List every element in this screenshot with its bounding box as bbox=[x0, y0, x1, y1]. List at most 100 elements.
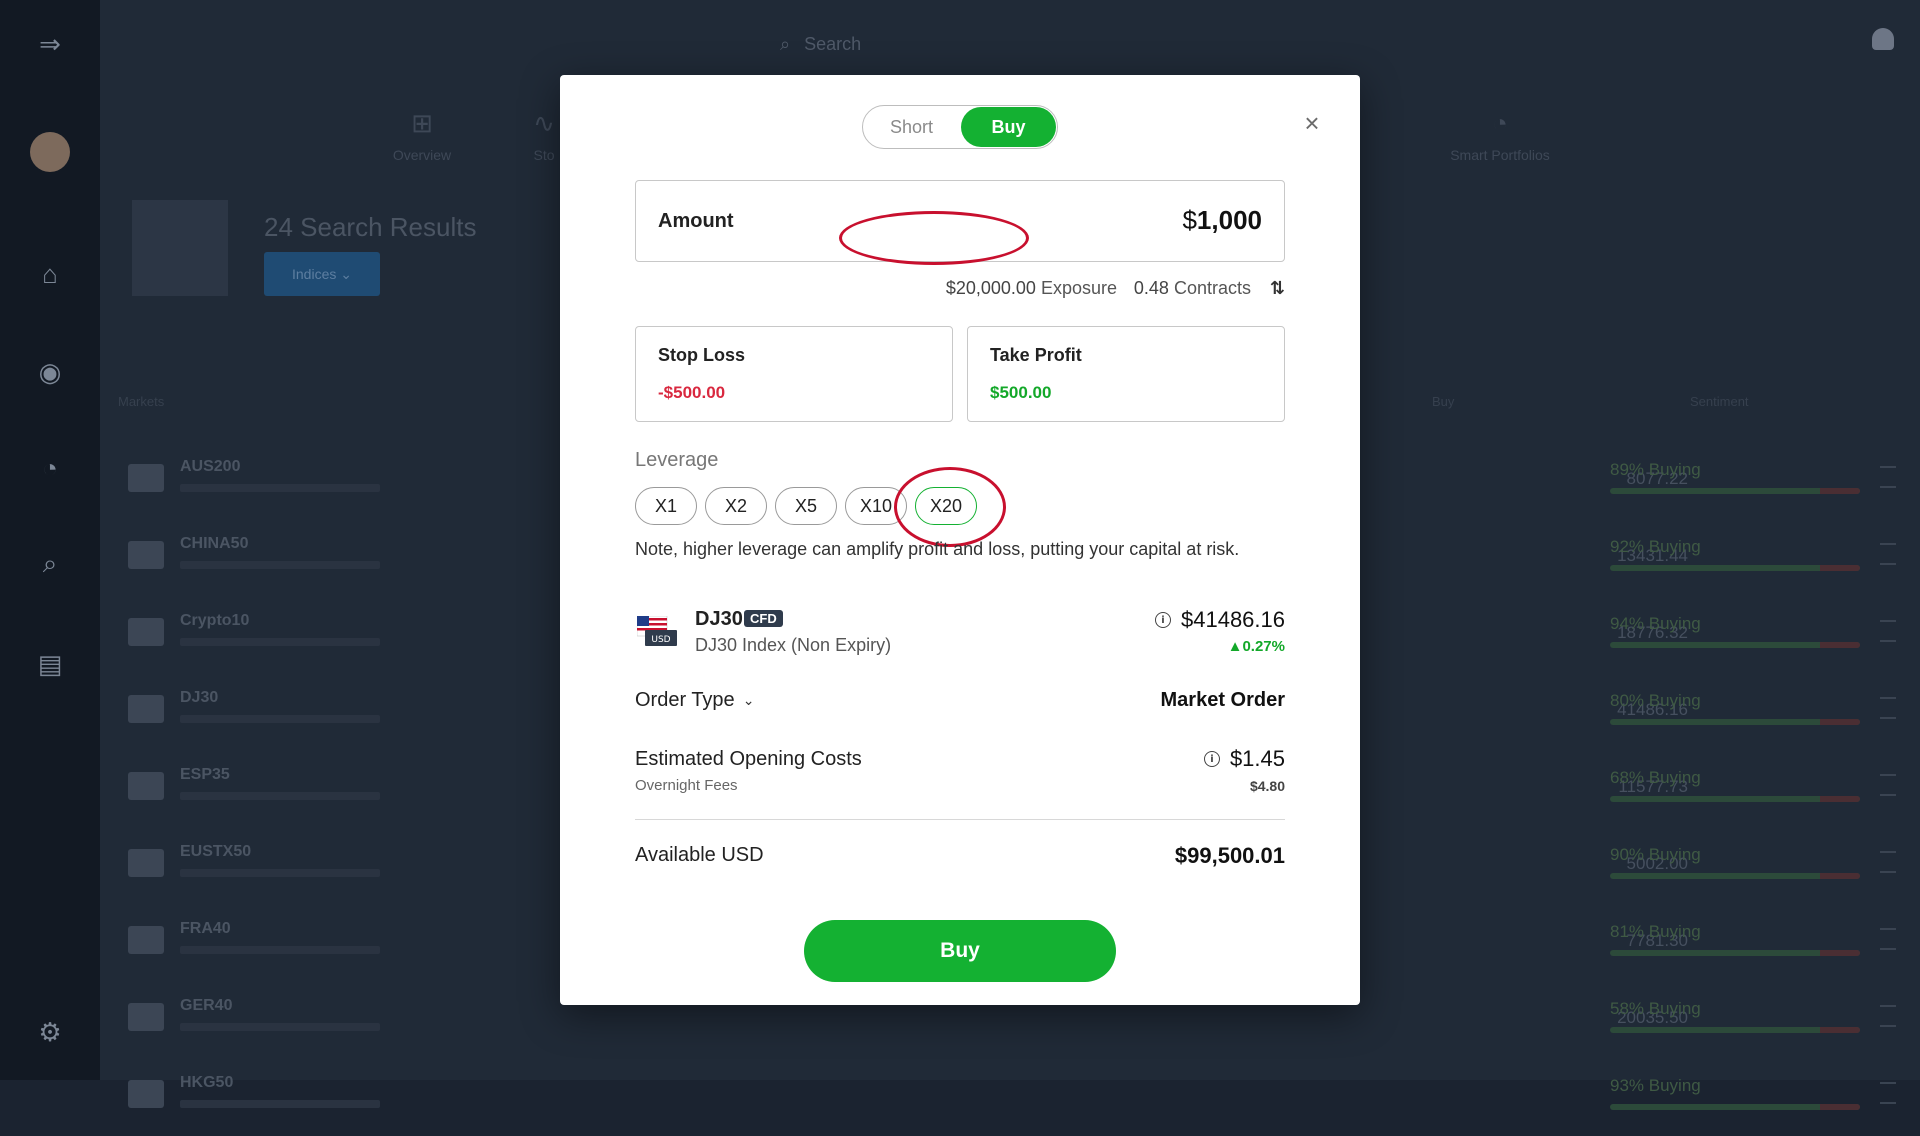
opening-costs: i $1.45 bbox=[1203, 746, 1285, 772]
market-flag-icon bbox=[128, 1003, 164, 1031]
take-profit-label: Take Profit bbox=[990, 345, 1082, 365]
market-subtitle bbox=[180, 1023, 380, 1031]
buy-button[interactable]: Buy bbox=[804, 920, 1116, 982]
exposure-label: Exposure bbox=[1040, 278, 1117, 298]
us-flag-icon: USD bbox=[637, 616, 677, 646]
search-input[interactable]: Search bbox=[804, 34, 861, 55]
sentiment-bar bbox=[1610, 1027, 1860, 1033]
tab-smart-portfolios[interactable]: ◔ Smart Portfolios bbox=[1440, 108, 1560, 163]
stop-loss-value: -$500.00 bbox=[658, 383, 726, 402]
leverage-x10-button[interactable]: X10 bbox=[845, 487, 907, 525]
market-symbol: Crypto10 bbox=[180, 612, 250, 629]
divider bbox=[635, 819, 1285, 820]
order-type-value: Market Order bbox=[1160, 689, 1286, 711]
market-flag-icon bbox=[128, 772, 164, 800]
available-usd-label: Available USD bbox=[635, 844, 764, 866]
market-sentiment: 89% Buying bbox=[1610, 460, 1701, 479]
portfolio-icon[interactable]: ◔ bbox=[28, 446, 72, 490]
row-menu-icon[interactable] bbox=[1880, 928, 1896, 950]
instrument-symbol: DJ30 bbox=[695, 608, 743, 630]
search-bar[interactable]: ⌕ Search bbox=[780, 24, 1180, 64]
filter-chip[interactable]: Indices ⌄ bbox=[264, 252, 380, 296]
sentiment-bar bbox=[1610, 642, 1860, 648]
market-subtitle bbox=[180, 792, 380, 800]
exposure-value: $20,000.00 bbox=[945, 278, 1036, 298]
avatar[interactable] bbox=[30, 132, 70, 172]
sidebar: ⇒ ⌂ ◉ ◔ ⌕ ▤ ⚙ bbox=[0, 0, 100, 1080]
row-menu-icon[interactable] bbox=[1880, 466, 1896, 488]
sentiment-bar bbox=[1610, 565, 1860, 571]
leverage-x5-button[interactable]: X5 bbox=[775, 487, 837, 525]
collapse-menu-icon[interactable]: ⇒ bbox=[28, 22, 72, 66]
overnight-fees-label: Overnight Fees bbox=[635, 777, 738, 794]
row-menu-icon[interactable] bbox=[1880, 543, 1896, 565]
amount-field[interactable]: Amount $1,000 bbox=[635, 180, 1285, 262]
category-thumbnail bbox=[132, 200, 228, 296]
available-usd-value: $99,500.01 bbox=[1174, 843, 1285, 868]
home-icon[interactable]: ⌂ bbox=[28, 252, 72, 296]
settings-icon[interactable]: ⚙ bbox=[28, 1010, 72, 1054]
amount-number: 1,000 bbox=[1196, 205, 1262, 235]
sentiment-bar bbox=[1610, 488, 1860, 494]
market-flag-icon bbox=[128, 1080, 164, 1108]
tab-overview[interactable]: ⊞ Overview bbox=[362, 108, 482, 163]
sentiment-bar bbox=[1610, 873, 1860, 879]
take-profit-field[interactable]: Take Profit $500.00 bbox=[967, 326, 1285, 422]
sentiment-bar bbox=[1610, 1104, 1860, 1110]
trade-modal: × Short Buy Amount $1,000 $20,000.00 Exp… bbox=[560, 75, 1360, 1005]
market-sentiment: 94% Buying bbox=[1610, 614, 1701, 633]
market-sentiment: 68% Buying bbox=[1610, 768, 1701, 787]
bell-icon[interactable] bbox=[1872, 28, 1894, 50]
market-flag-icon bbox=[128, 541, 164, 569]
grid-icon: ⊞ bbox=[411, 108, 433, 138]
instrument-name: DJ30 Index (Non Expiry) bbox=[695, 635, 892, 655]
leverage-x1-button[interactable]: X1 bbox=[635, 487, 697, 525]
market-symbol: FRA40 bbox=[180, 920, 231, 937]
short-toggle-option[interactable]: Short bbox=[864, 107, 959, 147]
search-icon: ⌕ bbox=[780, 33, 791, 54]
market-subtitle bbox=[180, 484, 380, 492]
buy-toggle-option[interactable]: Buy bbox=[961, 107, 1056, 147]
market-flag-icon bbox=[128, 926, 164, 954]
swap-units-icon[interactable]: ⇅ bbox=[1270, 278, 1285, 299]
market-symbol: CHINA50 bbox=[180, 535, 249, 552]
contracts-label: Contracts bbox=[1173, 278, 1251, 298]
watchlist-icon[interactable]: ◉ bbox=[28, 350, 72, 394]
pie-icon: ◔ bbox=[1492, 108, 1508, 138]
leverage-note: Note, higher leverage can amplify profit… bbox=[635, 539, 1240, 559]
leverage-x2-button[interactable]: X2 bbox=[705, 487, 767, 525]
order-type-dropdown[interactable]: Order Type ⌄ bbox=[635, 689, 754, 712]
market-subtitle bbox=[180, 1100, 380, 1108]
info-icon[interactable]: i bbox=[1155, 612, 1171, 628]
order-type-label: Order Type bbox=[635, 689, 735, 711]
search-icon[interactable]: ⌕ bbox=[28, 542, 72, 586]
take-profit-value: $500.00 bbox=[990, 383, 1052, 402]
leverage-options: X1 X2 X5 X10 X20 bbox=[635, 487, 977, 525]
info-icon[interactable]: i bbox=[1203, 751, 1220, 767]
leverage-x20-button[interactable]: X20 bbox=[915, 487, 977, 525]
amount-value[interactable]: $1,000 bbox=[1182, 205, 1262, 236]
chevron-down-icon: ⌄ bbox=[742, 692, 755, 708]
market-subtitle bbox=[180, 715, 380, 723]
flag-currency-label: USD bbox=[651, 635, 670, 645]
market-sentiment: 93% Buying bbox=[1610, 1076, 1701, 1095]
direction-toggle[interactable]: Short Buy bbox=[862, 105, 1058, 149]
market-sentiment: 58% Buying bbox=[1610, 999, 1701, 1018]
column-sentiment[interactable]: Sentiment bbox=[1690, 394, 1749, 409]
exposure: $20,000.00 Exposure bbox=[946, 278, 1117, 299]
stop-loss-field[interactable]: Stop Loss -$500.00 bbox=[635, 326, 953, 422]
results-title: 24 Search Results bbox=[264, 212, 477, 242]
column-buy[interactable]: Buy bbox=[1432, 394, 1454, 409]
market-subtitle bbox=[180, 946, 380, 954]
table-row[interactable]: HKG50 93% Buying bbox=[120, 1060, 1900, 1136]
column-markets[interactable]: Markets bbox=[118, 394, 164, 409]
news-icon[interactable]: ▤ bbox=[28, 642, 72, 686]
row-menu-icon[interactable] bbox=[1880, 774, 1896, 796]
row-menu-icon[interactable] bbox=[1880, 1005, 1896, 1027]
row-menu-icon[interactable] bbox=[1880, 697, 1896, 719]
instrument-change: ▲0.27% bbox=[1227, 638, 1285, 655]
row-menu-icon[interactable] bbox=[1880, 851, 1896, 873]
row-menu-icon[interactable] bbox=[1880, 620, 1896, 642]
row-menu-icon[interactable] bbox=[1880, 1082, 1896, 1104]
close-icon[interactable]: × bbox=[1300, 110, 1324, 136]
